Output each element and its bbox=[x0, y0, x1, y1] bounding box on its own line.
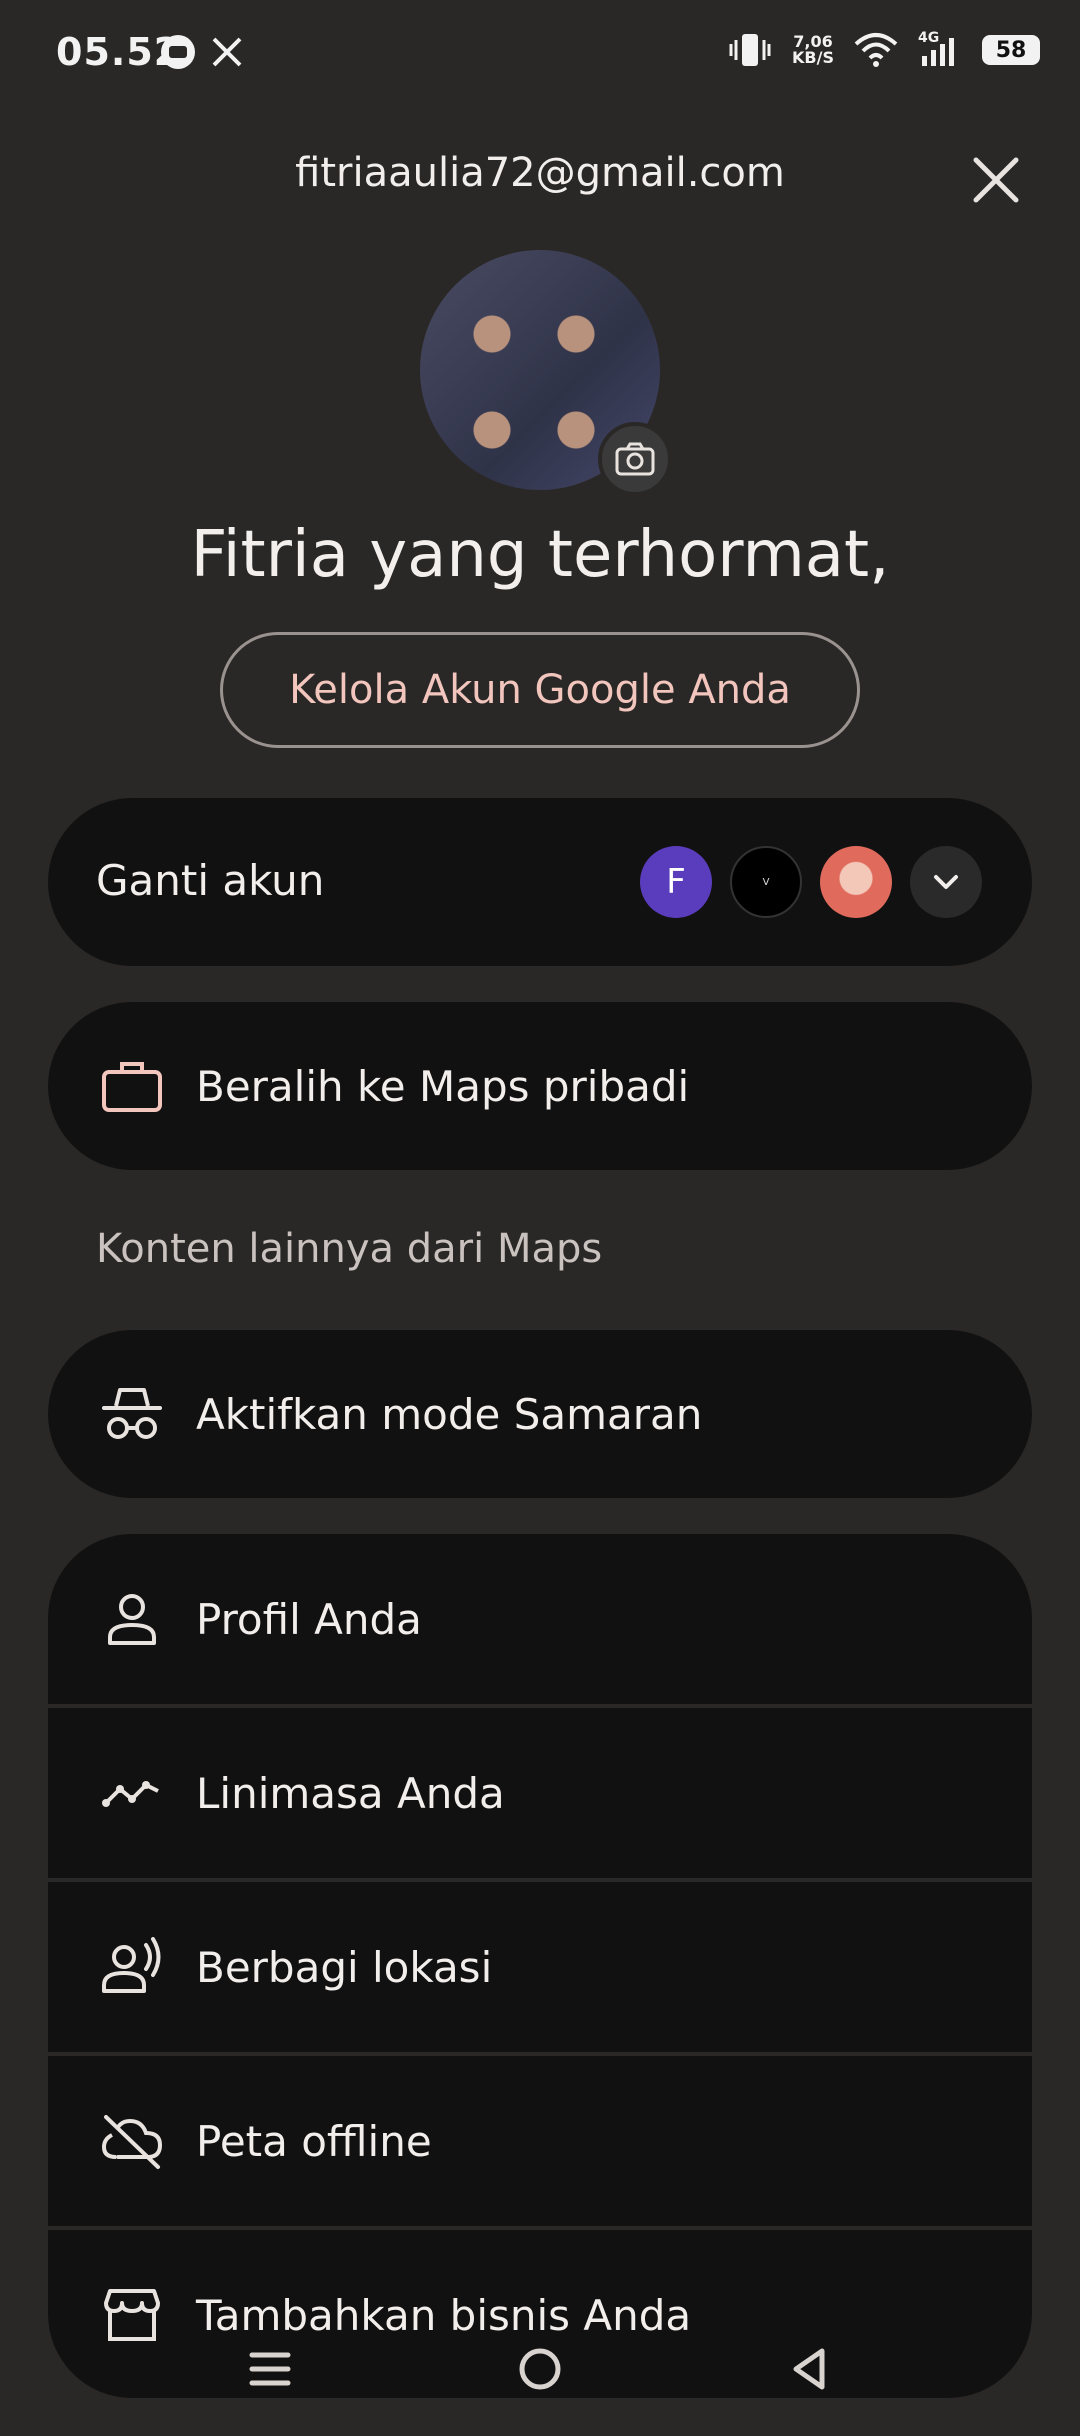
maps-menu-list: Profil Anda Linimasa Anda Berbagi lokasi… bbox=[48, 1534, 1032, 2398]
storefront-icon bbox=[104, 2289, 160, 2341]
camera-icon bbox=[615, 442, 655, 476]
menu-item-profile[interactable]: Profil Anda bbox=[48, 1534, 1032, 1704]
battery-indicator: 58 bbox=[982, 35, 1040, 65]
switch-personal-maps-label: Beralih ke Maps pribadi bbox=[196, 1061, 690, 1111]
wifi-icon bbox=[854, 33, 898, 67]
menu-item-label: Tambahkan bisnis Anda bbox=[196, 2290, 692, 2340]
close-icon[interactable] bbox=[968, 152, 1024, 208]
status-right-icons: 7,06 KB/S 4G 58 bbox=[728, 30, 1040, 68]
back-icon[interactable] bbox=[786, 2345, 834, 2393]
menu-item-label: Linimasa Anda bbox=[196, 1768, 505, 1818]
account-avatar-f[interactable]: F bbox=[640, 846, 712, 918]
incognito-mode-item[interactable]: Aktifkan mode Samaran bbox=[48, 1330, 1032, 1498]
expand-accounts-button[interactable] bbox=[910, 846, 982, 918]
switch-account-label: Ganti akun bbox=[96, 856, 325, 905]
account-avatar-photo[interactable] bbox=[820, 846, 892, 918]
signal-icon: 4G bbox=[918, 30, 962, 68]
menu-item-timeline[interactable]: Linimasa Anda bbox=[48, 1708, 1032, 1878]
menu-item-location-sharing[interactable]: Berbagi lokasi bbox=[48, 1882, 1032, 2052]
briefcase-icon bbox=[102, 1062, 162, 1112]
menu-item-label: Berbagi lokasi bbox=[196, 1942, 493, 1992]
menu-item-label: Profil Anda bbox=[196, 1594, 422, 1644]
person-icon bbox=[108, 1594, 156, 1645]
greeting-text: Fitria yang terhormat, bbox=[190, 518, 890, 592]
vibrate-icon bbox=[729, 34, 771, 66]
cloud-off-icon bbox=[101, 2115, 163, 2169]
net-speed: 7,06 KB/S bbox=[792, 32, 834, 67]
home-icon[interactable] bbox=[516, 2345, 564, 2393]
recent-apps-icon[interactable] bbox=[246, 2345, 294, 2393]
menu-item-label: Peta offline bbox=[196, 2116, 432, 2166]
location-sharing-icon bbox=[102, 1937, 161, 1993]
manage-account-button[interactable]: Kelola Akun Google Anda bbox=[220, 632, 860, 748]
chat-icon bbox=[161, 35, 195, 69]
status-left-icons bbox=[160, 34, 244, 70]
section-title: Konten lainnya dari Maps bbox=[96, 1226, 603, 1272]
incognito-label: Aktifkan mode Samaran bbox=[196, 1389, 703, 1439]
switch-personal-maps[interactable]: Beralih ke Maps pribadi bbox=[48, 1002, 1032, 1170]
timeline-icon bbox=[102, 1781, 159, 1807]
account-avatar-v[interactable]: V bbox=[730, 846, 802, 918]
menu-item-offline-maps[interactable]: Peta offline bbox=[48, 2056, 1032, 2226]
switch-account-card[interactable]: Ganti akun F V bbox=[48, 798, 1032, 966]
incognito-icon bbox=[102, 1388, 162, 1439]
account-email: fitriaaulia72@gmail.com bbox=[295, 150, 785, 196]
chevron-down-icon bbox=[934, 875, 958, 889]
x-logo-icon bbox=[212, 37, 242, 67]
change-photo-button[interactable] bbox=[598, 422, 672, 496]
